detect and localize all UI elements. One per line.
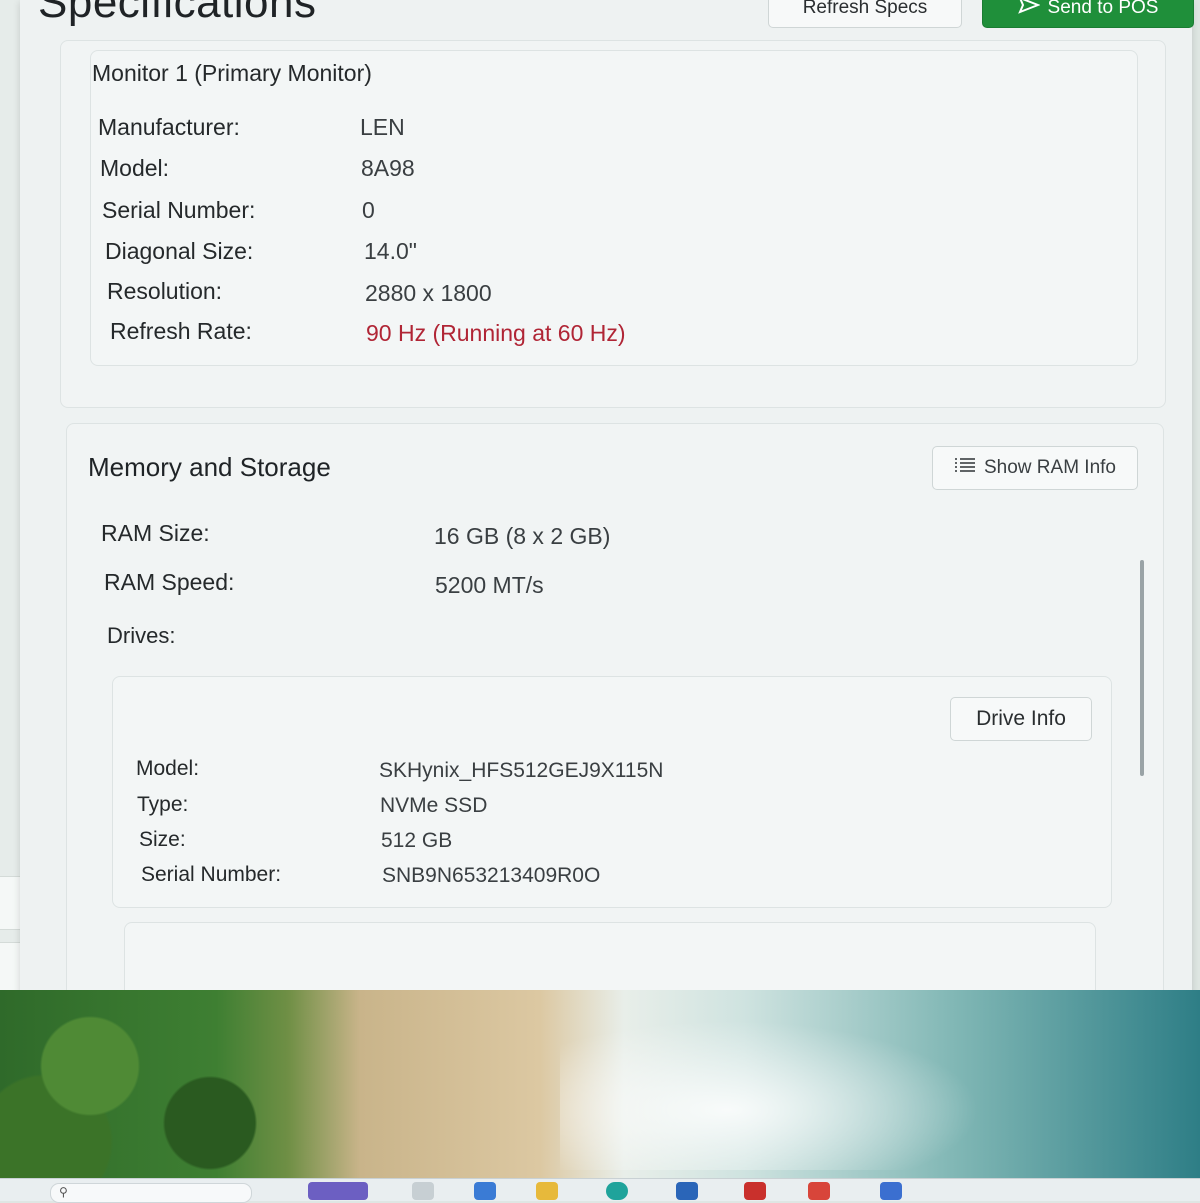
taskbar-app-icon[interactable] (474, 1182, 496, 1200)
mail-icon[interactable] (808, 1182, 830, 1200)
taskbar-app-icon[interactable] (676, 1182, 698, 1200)
send-icon (1017, 0, 1041, 20)
taskbar-search[interactable]: ⚲ (50, 1183, 252, 1203)
list-icon (954, 456, 976, 480)
taskbar-app-icon[interactable] (880, 1182, 902, 1200)
desktop-wallpaper (0, 990, 1200, 1180)
monitor-title: Monitor 1 (Primary Monitor) (92, 60, 372, 86)
refresh-specs-button[interactable]: Refresh Specs (768, 0, 962, 28)
drive-type-label: Type: (137, 793, 189, 816)
drive-type-value: NVMe SSD (380, 794, 488, 817)
serial-number-label: Serial Number: (102, 197, 256, 223)
drive-model-label: Model: (136, 757, 200, 780)
taskbar-app-icon[interactable] (412, 1182, 434, 1200)
drive-info-button[interactable]: Drive Info (950, 697, 1092, 741)
page-title: Specifications (38, 0, 317, 27)
manufacturer-label: Manufacturer: (98, 114, 240, 140)
drive-serial-label: Serial Number: (141, 863, 282, 886)
serial-number-value: 0 (362, 197, 375, 223)
refresh-rate-value: 90 Hz (Running at 60 Hz) (366, 320, 626, 346)
vertical-scrollbar[interactable] (1140, 560, 1144, 776)
ram-size-label: RAM Size: (101, 520, 210, 546)
show-ram-info-label: Show RAM Info (984, 457, 1116, 478)
drive-size-label: Size: (139, 828, 186, 851)
taskbar: ⚲ (0, 1178, 1200, 1203)
model-label: Model: (100, 155, 170, 181)
app-window: Specifications Refresh Specs Send to POS… (20, 0, 1194, 1025)
refresh-rate-label: Refresh Rate: (110, 318, 252, 344)
drive-size-value: 512 GB (381, 829, 453, 852)
diagonal-size-value: 14.0" (364, 238, 417, 264)
ram-speed-label: RAM Speed: (104, 569, 235, 595)
ram-speed-value: 5200 MT/s (435, 572, 544, 598)
drives-label: Drives: (107, 623, 176, 648)
resolution-value: 2880 x 1800 (365, 280, 492, 306)
wallpaper-trees (0, 990, 300, 1180)
manufacturer-value: LEN (360, 114, 405, 140)
drive-model-value: SKHynix_HFS512GEJ9X115N (379, 759, 664, 782)
search-icon: ⚲ (59, 1185, 68, 1199)
wallpaper-surf (560, 1020, 980, 1170)
taskbar-widget[interactable] (308, 1182, 368, 1200)
browser-icon[interactable] (606, 1182, 628, 1200)
memory-storage-title: Memory and Storage (88, 452, 331, 482)
drive-info-label: Drive Info (976, 707, 1066, 730)
drive-serial-value: SNB9N653213409R0O (382, 864, 601, 887)
resolution-label: Resolution: (107, 278, 223, 304)
diagonal-size-label: Diagonal Size: (105, 238, 254, 264)
refresh-specs-label: Refresh Specs (802, 0, 928, 18)
send-to-pos-button[interactable]: Send to POS (982, 0, 1194, 28)
folder-icon[interactable] (536, 1182, 558, 1200)
model-value: 8A98 (361, 155, 415, 181)
taskbar-app-icon[interactable] (744, 1182, 766, 1200)
send-to-pos-label: Send to POS (1047, 0, 1159, 18)
show-ram-info-button[interactable]: Show RAM Info (932, 446, 1138, 490)
ram-size-value: 16 GB (8 x 2 GB) (434, 523, 611, 549)
